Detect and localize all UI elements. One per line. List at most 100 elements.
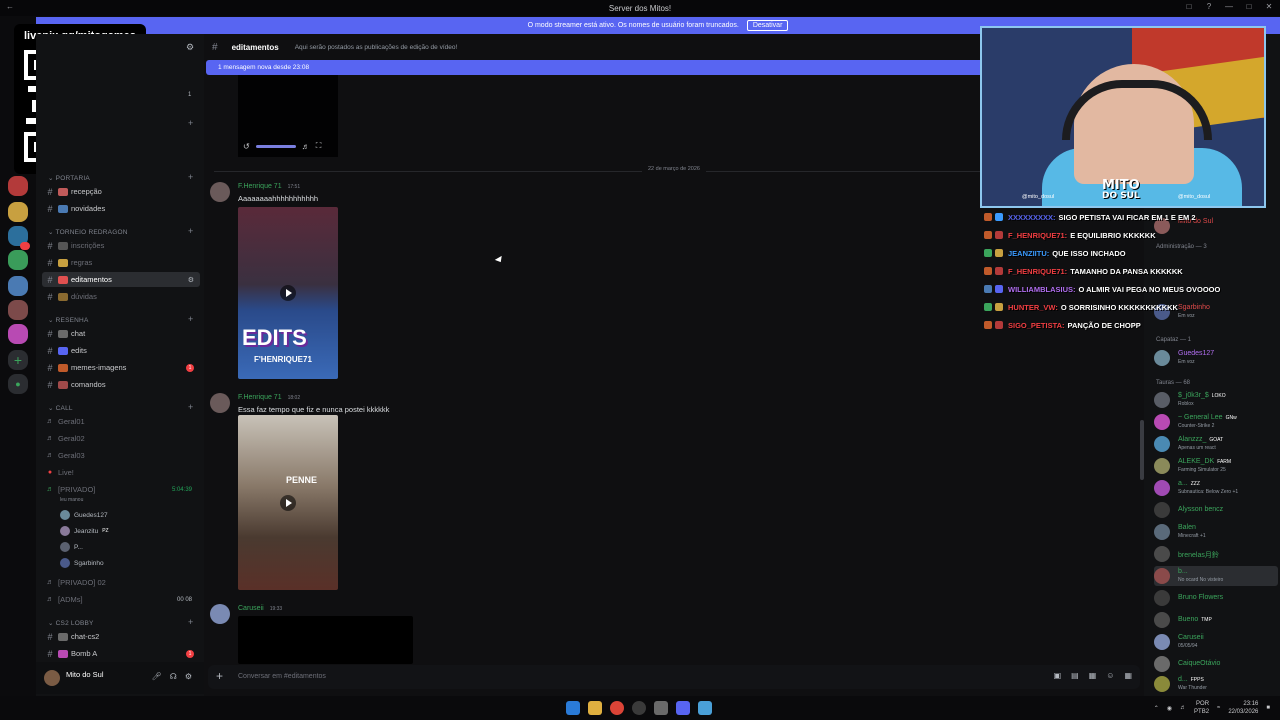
fullscreen-icon[interactable]: ⛶ <box>316 141 322 151</box>
start-menu-icon[interactable] <box>566 701 580 715</box>
category-torneio[interactable]: ⌄ TORNEIO REDRAGON + <box>48 226 193 236</box>
obs-icon[interactable] <box>632 701 646 715</box>
video-thumbnail[interactable]: PENNE <box>238 415 338 590</box>
member-item[interactable]: Guedes127 Em voz <box>1154 348 1278 368</box>
voice-privado-02[interactable]: ♬ [PRIVADO] 02 <box>42 575 200 590</box>
member-item[interactable]: CaiqueOtávio <box>1154 654 1278 674</box>
discord-icon[interactable] <box>676 701 690 715</box>
member-item[interactable]: ALEKE_DK FARM Farming Simulator 25 <box>1154 456 1278 476</box>
channel-novidades[interactable]: # novidades <box>42 201 200 216</box>
channel-inscricoes[interactable]: # inscrições <box>42 238 200 253</box>
disable-streamer-button[interactable]: Desativar <box>746 20 789 31</box>
member-item[interactable]: Bruno Flowers <box>1154 588 1278 608</box>
server-icon[interactable] <box>8 324 28 344</box>
discover-icon[interactable]: ● <box>8 374 28 394</box>
help-icon[interactable]: ? <box>1204 2 1214 11</box>
member-item[interactable]: Bueno TMP <box>1154 610 1278 630</box>
member-item[interactable]: $_j0k3r_$ LOKO Roblox <box>1154 390 1278 410</box>
volume-tray-icon[interactable]: ♬ <box>1180 705 1186 711</box>
avatar[interactable] <box>210 393 230 413</box>
attach-plus-icon[interactable]: + <box>216 669 223 683</box>
message-composer[interactable]: + Conversar em #editamentos ▣ ▤ ▦ ☺ ▦ <box>208 665 1140 689</box>
channel-editamentos[interactable]: # editamentos ⚙ <box>42 272 200 287</box>
add-icon[interactable]: + <box>188 118 193 128</box>
voice-user[interactable]: Guedes127 <box>60 508 108 522</box>
server-icon[interactable] <box>8 250 28 270</box>
channel-recepcao[interactable]: # recepção <box>42 184 200 199</box>
voice-adms[interactable]: ♬ [ADMs] 00 08 <box>42 592 200 607</box>
channel-duvidas[interactable]: # dúvidas <box>42 289 200 304</box>
channel-bomb-a[interactable]: # Bomb A1 <box>42 646 200 661</box>
notepad-icon[interactable] <box>698 701 712 715</box>
voice-geral03[interactable]: ♬ Geral03 <box>42 448 200 463</box>
avatar[interactable] <box>210 182 230 202</box>
wifi-icon[interactable]: ≈ <box>1217 705 1220 711</box>
gif-icon[interactable]: ▤ <box>1071 671 1079 680</box>
microphone-icon[interactable]: 🎤︎ <box>152 672 162 681</box>
sticker-icon[interactable]: ▦ <box>1089 671 1097 680</box>
member-item[interactable]: Alanzzz_ GOAT Apenas um react <box>1154 434 1278 454</box>
file-explorer-icon[interactable] <box>588 701 602 715</box>
member-item[interactable]: a... ZZZ Subnautica: Below Zero +1 <box>1154 478 1278 498</box>
channel-memes[interactable]: # memes-imagens 1 <box>42 360 200 375</box>
channel-chat-cs2[interactable]: # chat-cs2 <box>42 629 200 644</box>
video-thumbnail[interactable] <box>238 616 413 664</box>
avatar[interactable] <box>210 604 230 624</box>
add-friend-icon[interactable]: ⚙ <box>186 42 194 53</box>
server-icon[interactable] <box>8 300 28 320</box>
member-item[interactable]: d... FPPS War Thunder <box>1154 674 1278 694</box>
voice-user[interactable]: Jeanzitu PZ <box>60 524 109 538</box>
voice-privado[interactable]: ♬ [PRIVADO] 5:04:39 <box>42 482 200 497</box>
voice-live[interactable]: ● Live! <box>42 465 200 480</box>
server-icon[interactable] <box>8 276 28 296</box>
server-icon[interactable] <box>8 176 28 196</box>
voice-geral01[interactable]: ♬ Geral01 <box>42 414 200 429</box>
language-indicator[interactable]: POR PTB2 <box>1194 700 1209 716</box>
play-icon[interactable] <box>280 495 296 511</box>
channel-settings-icon[interactable]: ⚙ <box>188 276 194 284</box>
voice-user[interactable]: P... <box>60 540 83 554</box>
channel-chat[interactable]: # chat <box>42 326 200 341</box>
video-player[interactable]: ↺ ♬ ⛶ <box>238 75 338 157</box>
voice-user[interactable]: Sgarbinho <box>60 556 104 570</box>
member-item[interactable]: Caruseii 05/05/94 <box>1154 632 1278 652</box>
minimize-icon[interactable]: — <box>1224 2 1234 11</box>
member-item[interactable]: Alysson bencz <box>1154 500 1278 520</box>
headphones-icon[interactable]: ☊ <box>170 672 177 681</box>
system-clock[interactable]: 23:16 22/03/2026 <box>1228 700 1258 716</box>
network-icon[interactable]: ◉ <box>1167 705 1172 712</box>
message-author[interactable]: F.Henrique 71 <box>238 183 282 190</box>
gift-icon[interactable]: ▣ <box>1054 671 1062 680</box>
message-author[interactable]: F.Henrique 71 <box>238 394 282 401</box>
member-item[interactable]: ~ General Lee GNw Counter-Strike 2 <box>1154 412 1278 432</box>
composer-placeholder[interactable]: Conversar em #editamentos <box>238 673 326 680</box>
chrome-icon[interactable] <box>610 701 624 715</box>
maximize-icon[interactable]: □ <box>1244 2 1254 11</box>
voice-geral02[interactable]: ♬ Geral02 <box>42 431 200 446</box>
settings-icon[interactable] <box>654 701 668 715</box>
volume-slider[interactable] <box>255 144 296 148</box>
server-icon[interactable] <box>8 202 28 222</box>
channel-comandos[interactable]: # comandos <box>42 377 200 392</box>
replay-icon[interactable]: ↺ <box>243 142 250 151</box>
category-call[interactable]: ⌄ CALL + <box>48 402 193 412</box>
add-server-icon[interactable]: + <box>8 350 28 370</box>
category-cs2[interactable]: ⌄ CS2 LOBBY + <box>48 617 193 627</box>
member-item[interactable]: Balen Minecraft +1 <box>1154 522 1278 542</box>
emoji-icon[interactable]: ☺ <box>1106 671 1114 680</box>
inbox-icon[interactable]: □ <box>1184 2 1194 11</box>
play-icon[interactable] <box>280 285 296 301</box>
video-thumbnail[interactable]: EDITS F'HENRIQUE71 <box>238 207 338 379</box>
chat-scrollbar[interactable] <box>1140 420 1144 480</box>
category-portaria[interactable]: ⌄ PORTARIA + <box>48 172 193 182</box>
channel-regras[interactable]: # regras <box>42 255 200 270</box>
message-author[interactable]: Caruseii <box>238 605 264 612</box>
apps-icon[interactable]: ▦ <box>1124 671 1132 680</box>
volume-icon[interactable]: ♬ <box>302 142 310 151</box>
close-icon[interactable]: ✕ <box>1264 2 1274 11</box>
channel-edits[interactable]: # edits <box>42 343 200 358</box>
member-item[interactable]: brenelas月鈴 <box>1154 544 1278 564</box>
settings-gear-icon[interactable]: ⚙ <box>185 672 192 681</box>
notifications-icon[interactable]: ■ <box>1266 705 1270 711</box>
tray-chevron-icon[interactable]: ⌃ <box>1154 705 1159 712</box>
